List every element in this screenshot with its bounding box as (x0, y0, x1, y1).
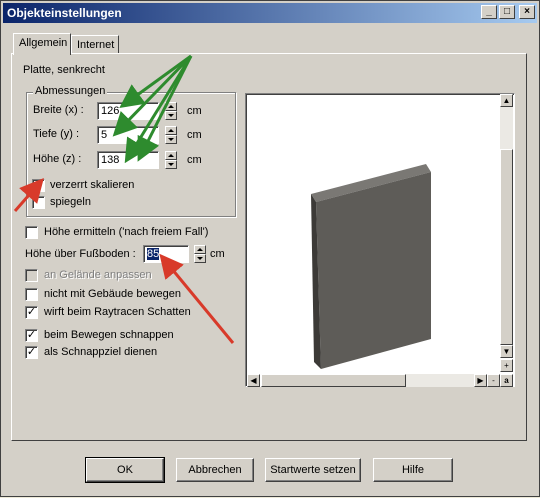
distort-scale-label: verzerrt skalieren (50, 179, 135, 191)
raytrace-shadow-checkbox[interactable]: ✓ (25, 306, 38, 319)
terrain-checkbox (25, 269, 38, 282)
floor-height-unit: cm (210, 248, 225, 260)
scroll-up-arrow-icon[interactable]: ▲ (500, 94, 513, 107)
height-input[interactable]: 138 (97, 151, 159, 169)
panel-content: Platte, senkrecht Abmessungen Breite (x)… (1, 1, 540, 498)
panel-front-face (316, 172, 431, 369)
scroll-down-arrow-icon[interactable]: ▼ (500, 345, 513, 358)
height-spinner[interactable] (165, 151, 177, 169)
scroll-right-arrow-icon[interactable]: ▶ (474, 374, 487, 387)
height-up-arrow-icon[interactable] (165, 151, 177, 160)
distort-scale-checkbox[interactable]: ✓ (32, 179, 45, 192)
floor-height-label: Höhe über Fußboden : (25, 248, 136, 260)
dimensions-legend: Abmessungen (33, 85, 108, 98)
width-input[interactable]: 126 (97, 102, 159, 120)
mirror-checkbox[interactable] (32, 196, 45, 209)
depth-value: 5 (101, 129, 108, 141)
floor-height-value: 85 (147, 248, 160, 260)
scroll-left-arrow-icon[interactable]: ◀ (247, 374, 260, 387)
floor-height-spinner[interactable] (194, 245, 206, 263)
settings-dialog: Objekteinstellungen _ □ × Allgemein Inte… (0, 0, 540, 497)
width-label: Breite (x) : (33, 104, 84, 116)
floor-height-up-arrow-icon[interactable] (194, 245, 206, 254)
cancel-button[interactable]: Abbrechen (176, 458, 254, 482)
depth-up-arrow-icon[interactable] (165, 126, 177, 135)
raytrace-shadow-label: wirft beim Raytracen Schatten (44, 306, 191, 318)
width-up-arrow-icon[interactable] (165, 102, 177, 111)
zoom-auto-button[interactable]: a (500, 374, 513, 387)
reset-button[interactable]: Startwerte setzen (265, 458, 361, 482)
width-unit: cm (187, 105, 202, 117)
snap-on-move-checkbox[interactable]: ✓ (25, 329, 38, 342)
snap-target-checkbox[interactable]: ✓ (25, 346, 38, 359)
depth-label: Tiefe (y) : (33, 128, 80, 140)
not-move-checkbox[interactable] (25, 288, 38, 301)
height-detect-label: Höhe ermitteln ('nach freiem Fall') (44, 226, 209, 238)
height-label: Höhe (z) : (33, 153, 82, 165)
terrain-label: an Gelände anpassen (44, 269, 152, 281)
width-spinner[interactable] (165, 102, 177, 120)
horizontal-scroll-thumb[interactable] (261, 374, 406, 387)
help-button[interactable]: Hilfe (373, 458, 453, 482)
height-value: 138 (101, 154, 120, 166)
height-down-arrow-icon[interactable] (165, 160, 177, 169)
height-detect-checkbox[interactable] (25, 226, 38, 239)
not-move-label: nicht mit Gebäude bewegen (44, 288, 181, 300)
depth-spinner[interactable] (165, 126, 177, 144)
height-unit: cm (187, 154, 202, 166)
wall-panel-render (311, 164, 431, 369)
floor-height-down-arrow-icon[interactable] (194, 254, 206, 263)
depth-input[interactable]: 5 (97, 126, 159, 144)
zoom-in-button[interactable]: + (500, 359, 513, 372)
width-down-arrow-icon[interactable] (165, 111, 177, 120)
vertical-scroll-thumb[interactable] (500, 149, 513, 345)
snap-on-move-label: beim Bewegen schnappen (44, 329, 174, 341)
object-type-label: Platte, senkrecht (23, 64, 105, 76)
zoom-out-button[interactable]: - (487, 374, 500, 387)
floor-height-input[interactable]: 85 (143, 245, 189, 263)
mirror-label: spiegeln (50, 196, 91, 208)
snap-target-label: als Schnappziel dienen (44, 346, 158, 358)
depth-unit: cm (187, 129, 202, 141)
width-value: 126 (101, 105, 120, 117)
depth-down-arrow-icon[interactable] (165, 135, 177, 144)
ok-button[interactable]: OK (85, 457, 165, 483)
3d-preview[interactable] (245, 93, 515, 387)
